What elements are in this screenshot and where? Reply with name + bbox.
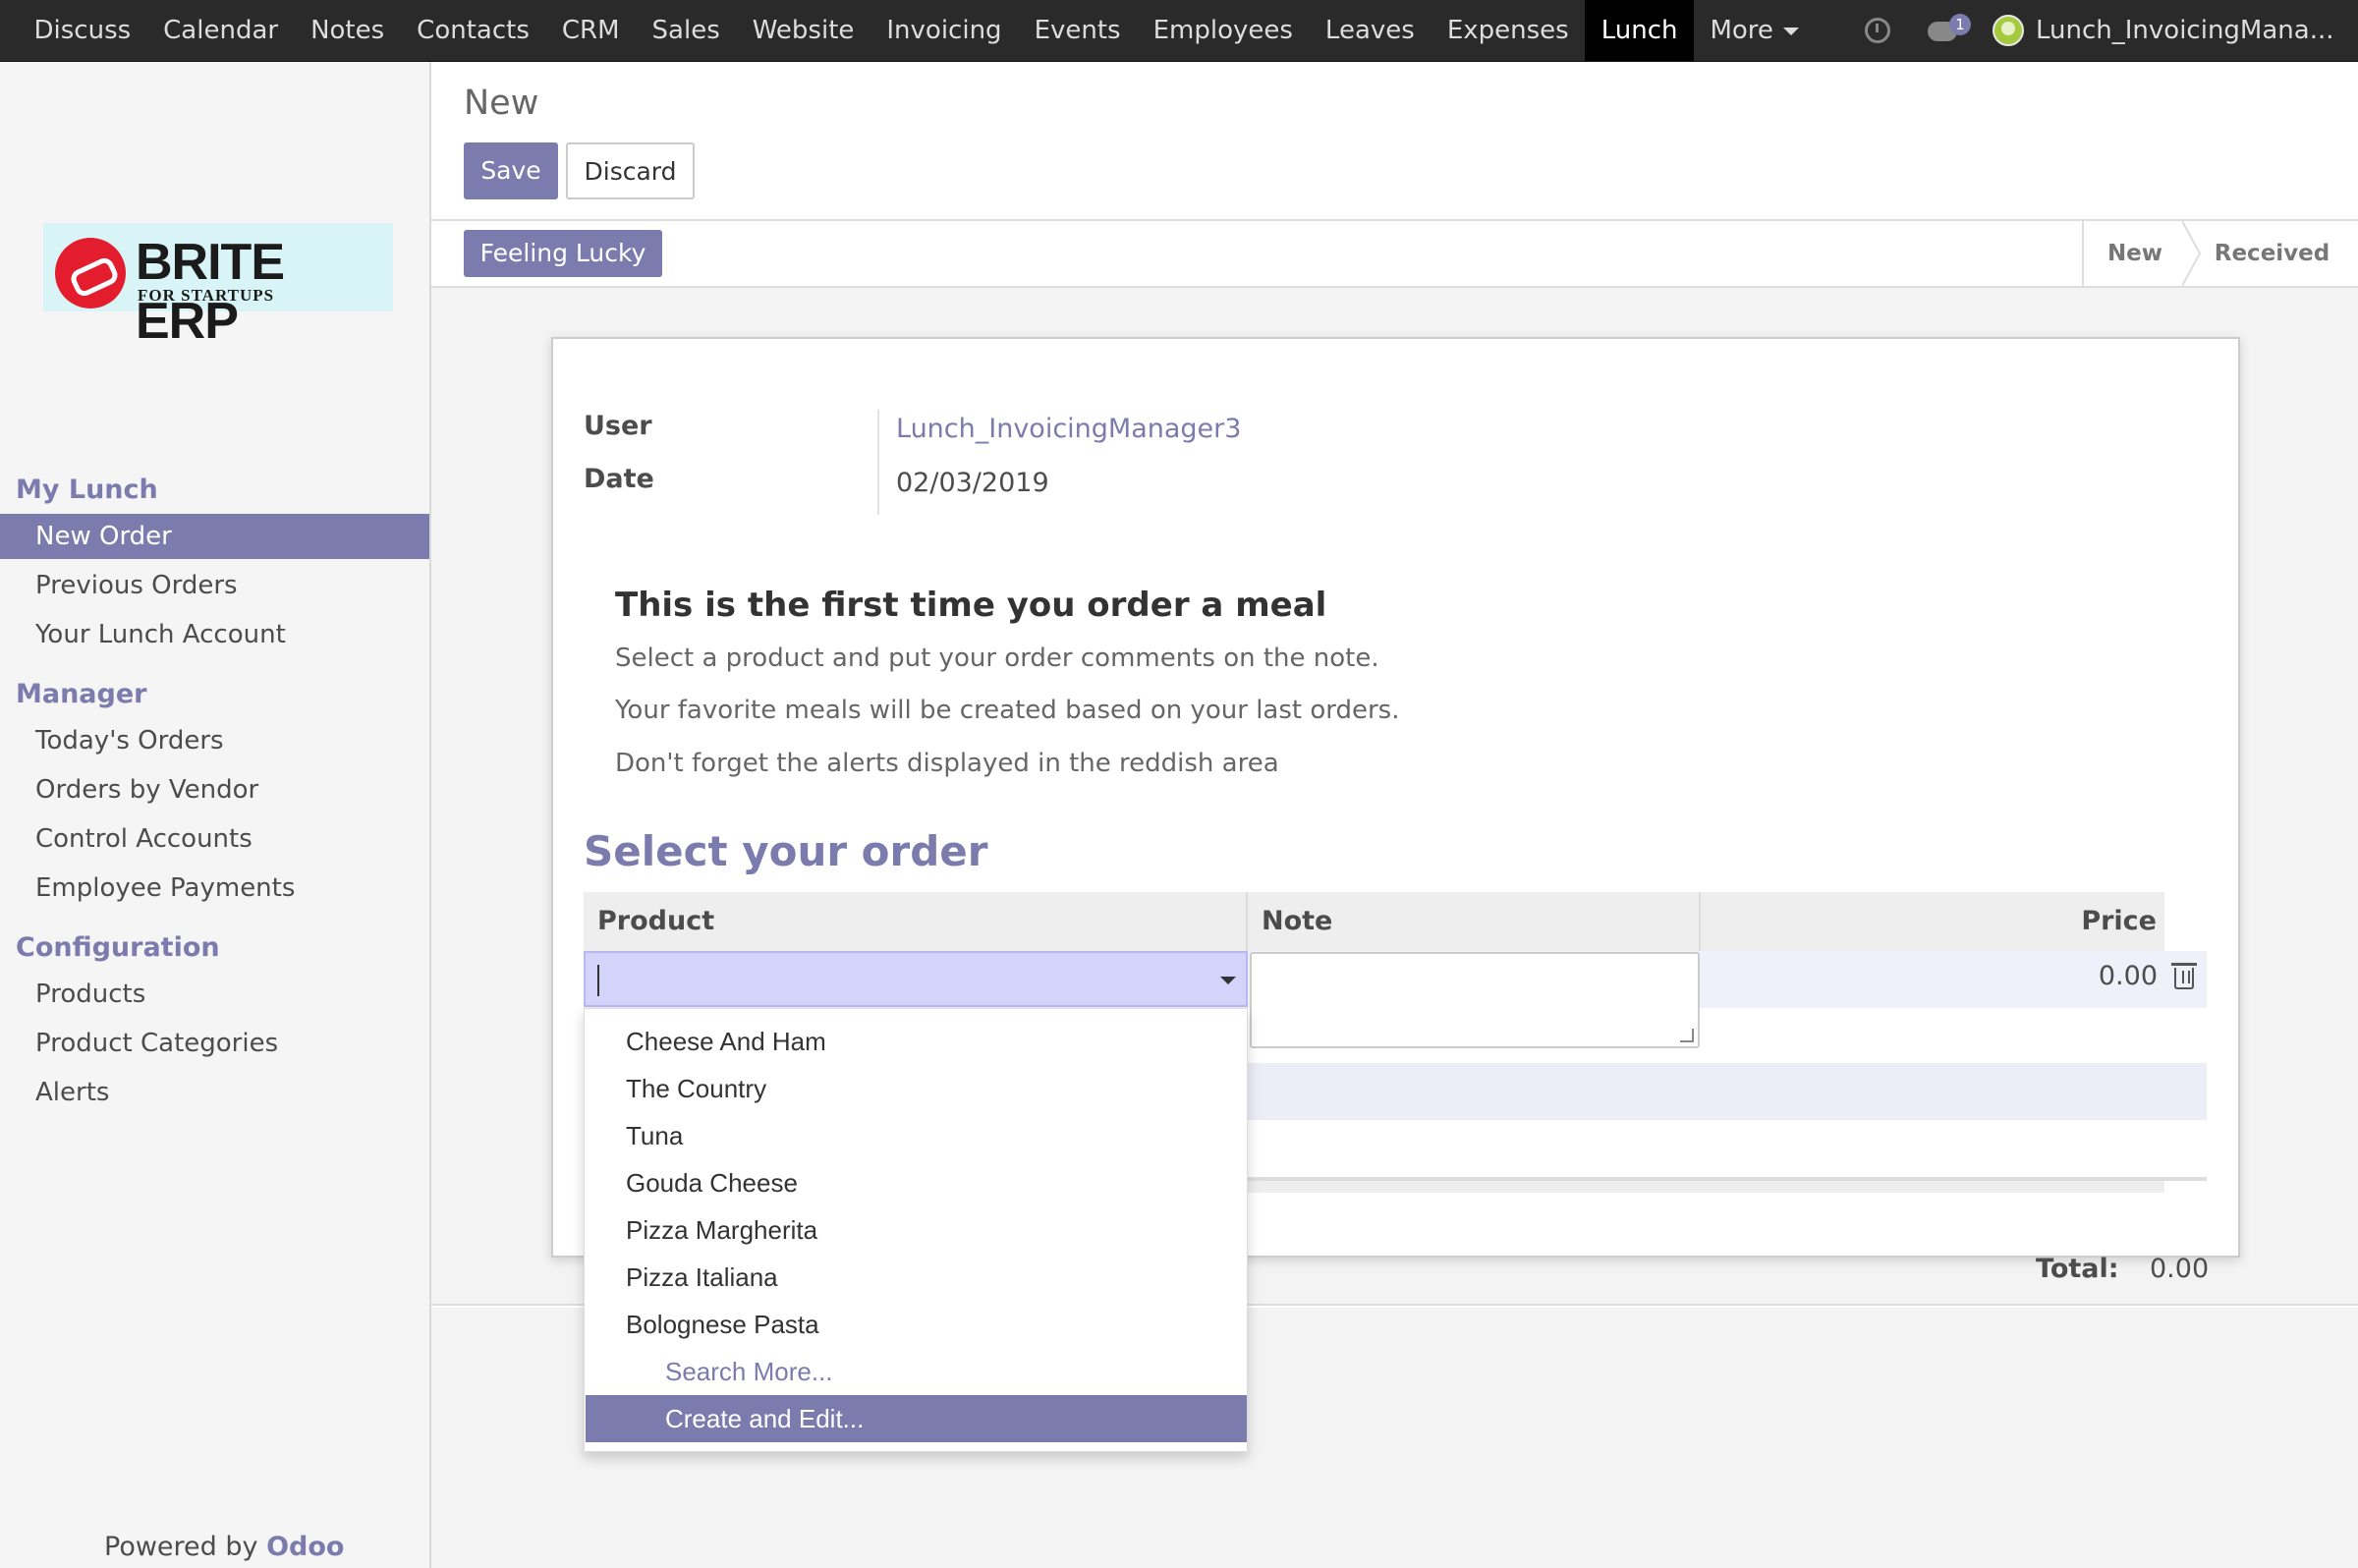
feeling-lucky-button[interactable]: Feeling Lucky xyxy=(464,230,662,277)
line-price: 0.00 xyxy=(2098,961,2158,991)
user-avatar[interactable] xyxy=(1993,15,2024,46)
column-product[interactable]: Product xyxy=(584,892,1248,951)
sidebar-section-manager: Manager xyxy=(16,679,147,709)
sidebar-item-your-lunch-account[interactable]: Your Lunch Account xyxy=(0,612,429,657)
more-label: More xyxy=(1710,16,1773,45)
menu-lunch[interactable]: Lunch xyxy=(1585,0,1694,61)
menu-expenses[interactable]: Expenses xyxy=(1431,0,1585,61)
dropdown-option[interactable]: The Country xyxy=(585,1065,1247,1112)
logo-mark-icon xyxy=(55,238,126,308)
menu-website[interactable]: Website xyxy=(736,0,870,61)
total-value: 0.00 xyxy=(2150,1254,2210,1284)
field-separator xyxy=(877,410,879,515)
help-line: Select a product and put your order comm… xyxy=(615,644,1379,673)
user-menu[interactable]: Lunch_InvoicingMana... xyxy=(2036,16,2358,45)
add-line-row[interactable] xyxy=(1248,1063,2207,1120)
stage-received[interactable]: Received xyxy=(2186,221,2358,286)
create-and-edit-option[interactable]: Create and Edit... xyxy=(586,1395,1247,1442)
text-cursor xyxy=(597,965,599,996)
product-input[interactable] xyxy=(584,951,1248,1007)
sidebar-section-configuration: Configuration xyxy=(16,932,220,963)
activity-clock-icon[interactable] xyxy=(1865,18,1890,43)
column-note[interactable]: Note xyxy=(1248,892,1701,951)
sidebar-section-my-lunch: My Lunch xyxy=(16,475,158,505)
sidebar-item-products[interactable]: Products xyxy=(0,972,429,1017)
date-label: Date xyxy=(584,464,654,494)
user-field[interactable]: Lunch_InvoicingManager3 xyxy=(896,414,1241,444)
menu-discuss[interactable]: Discuss xyxy=(18,0,147,61)
sidebar: BRITE ERP FOR STARTUPS My Lunch New Orde… xyxy=(0,62,431,1568)
dropdown-option[interactable]: Pizza Margherita xyxy=(585,1206,1247,1254)
messages-button[interactable]: 1 xyxy=(1928,14,1971,45)
menu-more[interactable]: More xyxy=(1694,0,1815,61)
sidebar-item-alerts[interactable]: Alerts xyxy=(0,1070,429,1115)
dropdown-option[interactable]: Tuna xyxy=(585,1112,1247,1159)
menu-invoicing[interactable]: Invoicing xyxy=(870,0,1018,61)
dropdown-option[interactable]: Pizza Italiana xyxy=(585,1254,1247,1301)
menu-notes[interactable]: Notes xyxy=(295,0,401,61)
date-field[interactable]: 02/03/2019 xyxy=(896,468,1049,498)
menu-crm[interactable]: CRM xyxy=(545,0,636,61)
powered-by: Powered by Odoo xyxy=(104,1532,344,1562)
stage-new[interactable]: New xyxy=(2082,221,2186,286)
systray: 1 Lunch_InvoicingMana... xyxy=(1865,0,2358,61)
select-order-title: Select your order xyxy=(584,827,988,875)
help-title: This is the first time you order a meal xyxy=(615,586,1327,625)
sidebar-item-previous-orders[interactable]: Previous Orders xyxy=(0,563,429,608)
save-button[interactable]: Save xyxy=(464,142,558,199)
sidebar-item-todays-orders[interactable]: Today's Orders xyxy=(0,718,429,763)
sidebar-item-employee-payments[interactable]: Employee Payments xyxy=(0,866,429,911)
product-autocomplete-dropdown: Cheese And Ham The Country Tuna Gouda Ch… xyxy=(584,1008,1248,1452)
search-more-option[interactable]: Search More... xyxy=(585,1348,1247,1395)
column-price[interactable]: Price xyxy=(1701,892,2164,951)
company-logo: BRITE ERP FOR STARTUPS xyxy=(43,223,393,350)
menu-sales[interactable]: Sales xyxy=(636,0,736,61)
note-textarea[interactable] xyxy=(1250,952,1700,1048)
powered-prefix: Powered by xyxy=(104,1532,258,1562)
dropdown-option[interactable]: Gouda Cheese xyxy=(585,1159,1247,1206)
logo-tagline: FOR STARTUPS xyxy=(138,286,275,305)
sidebar-item-orders-by-vendor[interactable]: Orders by Vendor xyxy=(0,767,429,812)
user-label: User xyxy=(584,411,652,441)
caret-down-icon xyxy=(1782,27,1799,35)
dropdown-option[interactable]: Bolognese Pasta xyxy=(585,1301,1247,1348)
status-bar: Feeling Lucky New Received xyxy=(431,221,2358,288)
table-footer xyxy=(1248,1181,2164,1193)
breadcrumb: New xyxy=(464,84,539,123)
menu-contacts[interactable]: Contacts xyxy=(401,0,546,61)
chevron-down-icon[interactable] xyxy=(1220,977,1236,984)
control-panel: New Save Discard xyxy=(431,62,2358,221)
discard-button[interactable]: Discard xyxy=(566,142,695,199)
app-menu: Discuss Calendar Notes Contacts CRM Sale… xyxy=(18,0,1815,61)
help-line: Don't forget the alerts displayed in the… xyxy=(615,749,1279,778)
menu-employees[interactable]: Employees xyxy=(1137,0,1309,61)
help-line: Your favorite meals will be created base… xyxy=(615,696,1400,725)
menu-events[interactable]: Events xyxy=(1018,0,1137,61)
trash-icon[interactable] xyxy=(2171,963,2197,989)
top-navbar: Discuss Calendar Notes Contacts CRM Sale… xyxy=(0,0,2358,62)
menu-calendar[interactable]: Calendar xyxy=(147,0,295,61)
sidebar-item-new-order[interactable]: New Order xyxy=(0,514,429,559)
resize-grip-icon[interactable] xyxy=(1680,1029,1694,1042)
sidebar-item-control-accounts[interactable]: Control Accounts xyxy=(0,816,429,862)
sidebar-item-product-categories[interactable]: Product Categories xyxy=(0,1021,429,1066)
total-label: Total: xyxy=(2036,1254,2119,1284)
dropdown-option[interactable]: Cheese And Ham xyxy=(585,1018,1247,1065)
odoo-link[interactable]: Odoo xyxy=(266,1532,344,1562)
menu-leaves[interactable]: Leaves xyxy=(1309,0,1431,61)
message-count-badge: 1 xyxy=(1949,14,1971,35)
